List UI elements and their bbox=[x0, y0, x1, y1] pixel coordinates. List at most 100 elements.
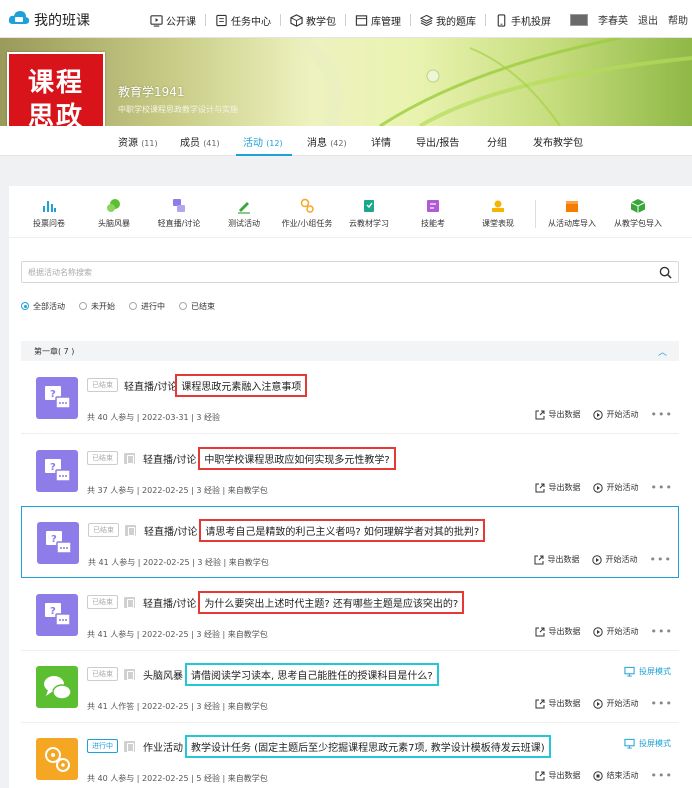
search-input[interactable] bbox=[28, 265, 648, 279]
export-label: 导出数据 bbox=[548, 771, 581, 780]
start-activity-button[interactable]: 开始活动 bbox=[592, 698, 639, 709]
activity-title[interactable]: 中职学校课程思政应如何实现多元性教学? bbox=[198, 446, 396, 470]
list-item[interactable]: ? 已结束 轻直播/讨论 课程思政元素融入注意事项 共 40 人参与 | 202… bbox=[21, 362, 679, 434]
nav-divider bbox=[410, 14, 411, 26]
nav-open-class[interactable]: 公开课 bbox=[150, 13, 196, 28]
logout-link[interactable]: 退出 bbox=[638, 12, 658, 27]
more-options-icon[interactable]: ••• bbox=[650, 553, 672, 566]
activity-type: 轻直播/讨论 bbox=[143, 598, 197, 610]
homework-activity-icon bbox=[36, 738, 78, 780]
start-activity-button[interactable]: 开始活动 bbox=[591, 554, 638, 565]
export-data-button[interactable]: 导出数据 bbox=[535, 626, 581, 637]
nav-task-center[interactable]: 任务中心 bbox=[215, 13, 271, 28]
tab-activities[interactable]: 活动 (12) bbox=[243, 134, 283, 149]
tool-label: 头脑风暴 bbox=[98, 219, 130, 228]
more-options-icon[interactable]: ••• bbox=[651, 625, 673, 638]
tab-details[interactable]: 详情 bbox=[371, 134, 391, 149]
tool-label: 从教学包导入 bbox=[614, 219, 662, 228]
tab-messages[interactable]: 消息 (42) bbox=[307, 134, 347, 149]
filter-not-started[interactable]: 未开始 bbox=[79, 301, 115, 312]
filter-ended[interactable]: 已结束 bbox=[179, 301, 215, 312]
activity-title[interactable]: 教学设计任务 (固定主题后至少挖掘课程思政元素7项, 教学设计模板待发云班课) bbox=[185, 734, 551, 758]
tool-class-performance[interactable]: 课堂表现 bbox=[458, 198, 538, 229]
export-data-button[interactable]: 导出数据 bbox=[535, 482, 581, 493]
start-label: 开始活动 bbox=[605, 555, 638, 564]
nav-divider bbox=[205, 14, 206, 26]
list-item[interactable]: ? 已结束 轻直播/讨论 中职学校课程思政应如何实现多元性教学? 共 37 人参… bbox=[21, 435, 679, 507]
avatar[interactable] bbox=[570, 13, 588, 26]
nav-question-bank[interactable]: 我的题库 bbox=[420, 13, 476, 28]
filter-label: 已结束 bbox=[191, 301, 215, 311]
activity-actions: 导出数据 结束活动 ••• bbox=[523, 769, 673, 782]
tab-publish-package[interactable]: 发布教学包 bbox=[533, 134, 583, 149]
start-activity-button[interactable]: 开始活动 bbox=[592, 482, 639, 493]
filter-all[interactable]: 全部活动 bbox=[21, 301, 65, 312]
export-data-button[interactable]: 导出数据 bbox=[534, 554, 580, 565]
search-icon[interactable] bbox=[659, 266, 672, 279]
activity-meta: 共 41 人参与 | 2022-02-25 | 3 经验 | 来自教学包 bbox=[88, 558, 269, 567]
more-options-icon[interactable]: ••• bbox=[651, 769, 673, 782]
discussion-activity-icon: ? bbox=[36, 450, 78, 492]
tab-resources[interactable]: 资源 (11) bbox=[118, 134, 158, 149]
performance-icon bbox=[492, 200, 504, 212]
export-data-button[interactable]: 导出数据 bbox=[535, 770, 581, 781]
package-import-icon bbox=[630, 199, 646, 213]
play-circle-icon bbox=[592, 626, 603, 637]
svg-text:?: ? bbox=[51, 534, 57, 545]
nav-phone-cast[interactable]: 手机投屏 bbox=[495, 13, 551, 28]
package-icon bbox=[290, 13, 303, 27]
nav-library[interactable]: 库管理 bbox=[355, 13, 401, 28]
activity-title[interactable]: 请思考自己是精致的利己主义者吗? 如何理解学者对其的批判? bbox=[199, 518, 486, 542]
activity-title-row: 已结束 轻直播/讨论 课程思政元素融入注意事项 bbox=[87, 373, 308, 397]
nav-label: 我的题库 bbox=[436, 16, 476, 28]
chapter-header[interactable]: 第一章( 7 ) ︿ bbox=[21, 341, 679, 361]
tab-export-report[interactable]: 导出/报告 bbox=[416, 134, 459, 149]
activity-meta: 共 37 人参与 | 2022-02-25 | 3 经验 | 来自教学包 bbox=[87, 486, 268, 495]
activity-title[interactable]: 请借阅读学习读本, 思考自己能胜任的授课科目是什么? bbox=[185, 662, 439, 686]
export-label: 导出数据 bbox=[548, 699, 581, 708]
export-icon bbox=[535, 699, 545, 708]
filter-label: 全部活动 bbox=[33, 301, 65, 311]
tab-count: (11) bbox=[141, 139, 158, 148]
list-item[interactable]: 进行中 作业活动 教学设计任务 (固定主题后至少挖掘课程思政元素7项, 教学设计… bbox=[21, 723, 679, 788]
nav-teaching-package[interactable]: 教学包 bbox=[290, 13, 336, 28]
textbook-icon bbox=[364, 200, 374, 212]
tab-groups[interactable]: 分组 bbox=[487, 134, 507, 149]
more-options-icon[interactable]: ••• bbox=[651, 408, 673, 421]
site-title[interactable]: 我的班课 bbox=[34, 10, 90, 30]
list-item[interactable]: 已结束 头脑风暴 请借阅读学习读本, 思考自己能胜任的授课科目是什么? 投屏模式… bbox=[21, 651, 679, 723]
end-activity-button[interactable]: 结束活动 bbox=[592, 770, 639, 781]
export-data-button[interactable]: 导出数据 bbox=[535, 409, 581, 420]
layers-icon bbox=[420, 14, 433, 26]
cloud-class-logo-icon[interactable] bbox=[8, 9, 30, 27]
phone-icon bbox=[497, 13, 506, 27]
activity-title[interactable]: 为什么要突出上述时代主题? 还有哪些主题是应该突出的? bbox=[198, 590, 465, 614]
radio-icon bbox=[21, 302, 29, 310]
nav-divider bbox=[485, 14, 486, 26]
course-banner: 课程 思政 教育学1941 中职学校课程思政教学设计与实施 资源 (11) 成员… bbox=[0, 38, 692, 156]
tab-label: 详情 bbox=[371, 138, 391, 149]
skill-exam-icon bbox=[427, 200, 439, 212]
screen-mode-button[interactable]: 投屏模式 bbox=[624, 666, 671, 677]
tab-members[interactable]: 成员 (41) bbox=[180, 134, 220, 149]
filter-in-progress[interactable]: 进行中 bbox=[129, 301, 165, 312]
more-options-icon[interactable]: ••• bbox=[651, 481, 673, 494]
more-options-icon[interactable]: ••• bbox=[651, 697, 673, 710]
screen-mode-button[interactable]: 投屏模式 bbox=[624, 738, 671, 749]
user-name[interactable]: 李春英 bbox=[598, 12, 628, 27]
nav-divider bbox=[345, 14, 346, 26]
discussion-activity-icon: ? bbox=[36, 594, 78, 636]
start-activity-button[interactable]: 开始活动 bbox=[592, 626, 639, 637]
tool-import-from-package[interactable]: 从教学包导入 bbox=[598, 198, 678, 229]
start-activity-button[interactable]: 开始活动 bbox=[592, 409, 639, 420]
group-task-icon bbox=[300, 198, 314, 213]
tool-label: 作业/小组任务 bbox=[281, 219, 333, 228]
help-link[interactable]: 帮助 bbox=[668, 12, 688, 27]
status-badge: 已结束 bbox=[87, 451, 118, 465]
activity-title[interactable]: 课程思政元素融入注意事项 bbox=[175, 373, 308, 397]
chevron-up-icon[interactable]: ︿ bbox=[658, 345, 667, 358]
export-data-button[interactable]: 导出数据 bbox=[535, 698, 581, 709]
projector-icon bbox=[624, 666, 635, 677]
list-item[interactable]: ? 已结束 轻直播/讨论 请思考自己是精致的利己主义者吗? 如何理解学者对其的批… bbox=[21, 506, 679, 578]
list-item[interactable]: ? 已结束 轻直播/讨论 为什么要突出上述时代主题? 还有哪些主题是应该突出的?… bbox=[21, 579, 679, 651]
